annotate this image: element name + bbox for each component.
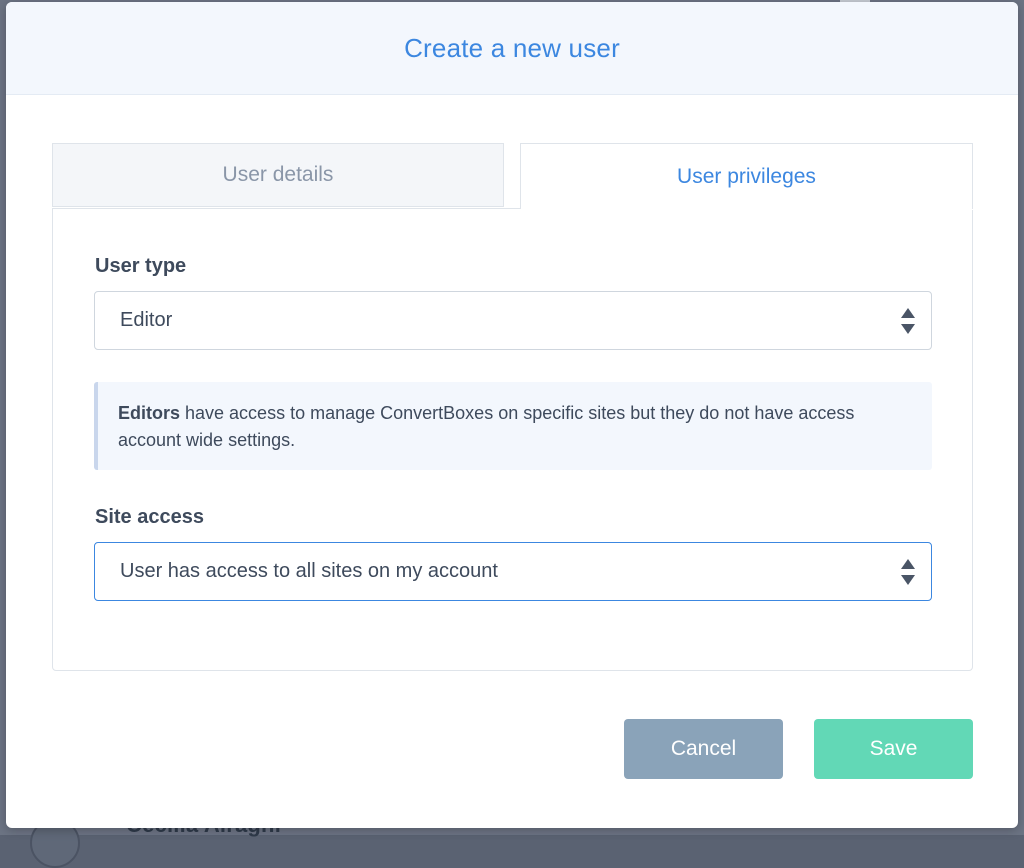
site-access-label: Site access — [95, 506, 204, 528]
user-type-value: Editor — [120, 309, 173, 331]
select-arrows-icon — [901, 558, 915, 585]
info-role-name: Editors — [118, 403, 181, 423]
site-access-select[interactable]: User has access to all sites on my accou… — [94, 542, 932, 601]
create-user-modal: Create a new user User details User priv… — [6, 2, 1018, 828]
save-button[interactable]: Save — [814, 719, 973, 779]
tab-user-privileges[interactable]: User privileges — [520, 143, 973, 209]
modal-header: Create a new user — [6, 2, 1018, 95]
tab-bar: User details User privileges — [52, 143, 973, 209]
info-description: have access to manage ConvertBoxes on sp… — [118, 403, 855, 450]
modal-title: Create a new user — [404, 32, 620, 63]
tab-user-details[interactable]: User details — [52, 143, 504, 207]
select-arrows-icon — [901, 307, 915, 334]
site-access-value: User has access to all sites on my accou… — [120, 560, 498, 582]
user-privileges-panel: User type Editor Editors have access to … — [52, 208, 973, 671]
user-type-label: User type — [95, 255, 187, 277]
user-type-info-box: Editors have access to manage ConvertBox… — [94, 382, 932, 470]
cancel-button[interactable]: Cancel — [624, 719, 783, 779]
user-type-select[interactable]: Editor — [94, 291, 932, 350]
